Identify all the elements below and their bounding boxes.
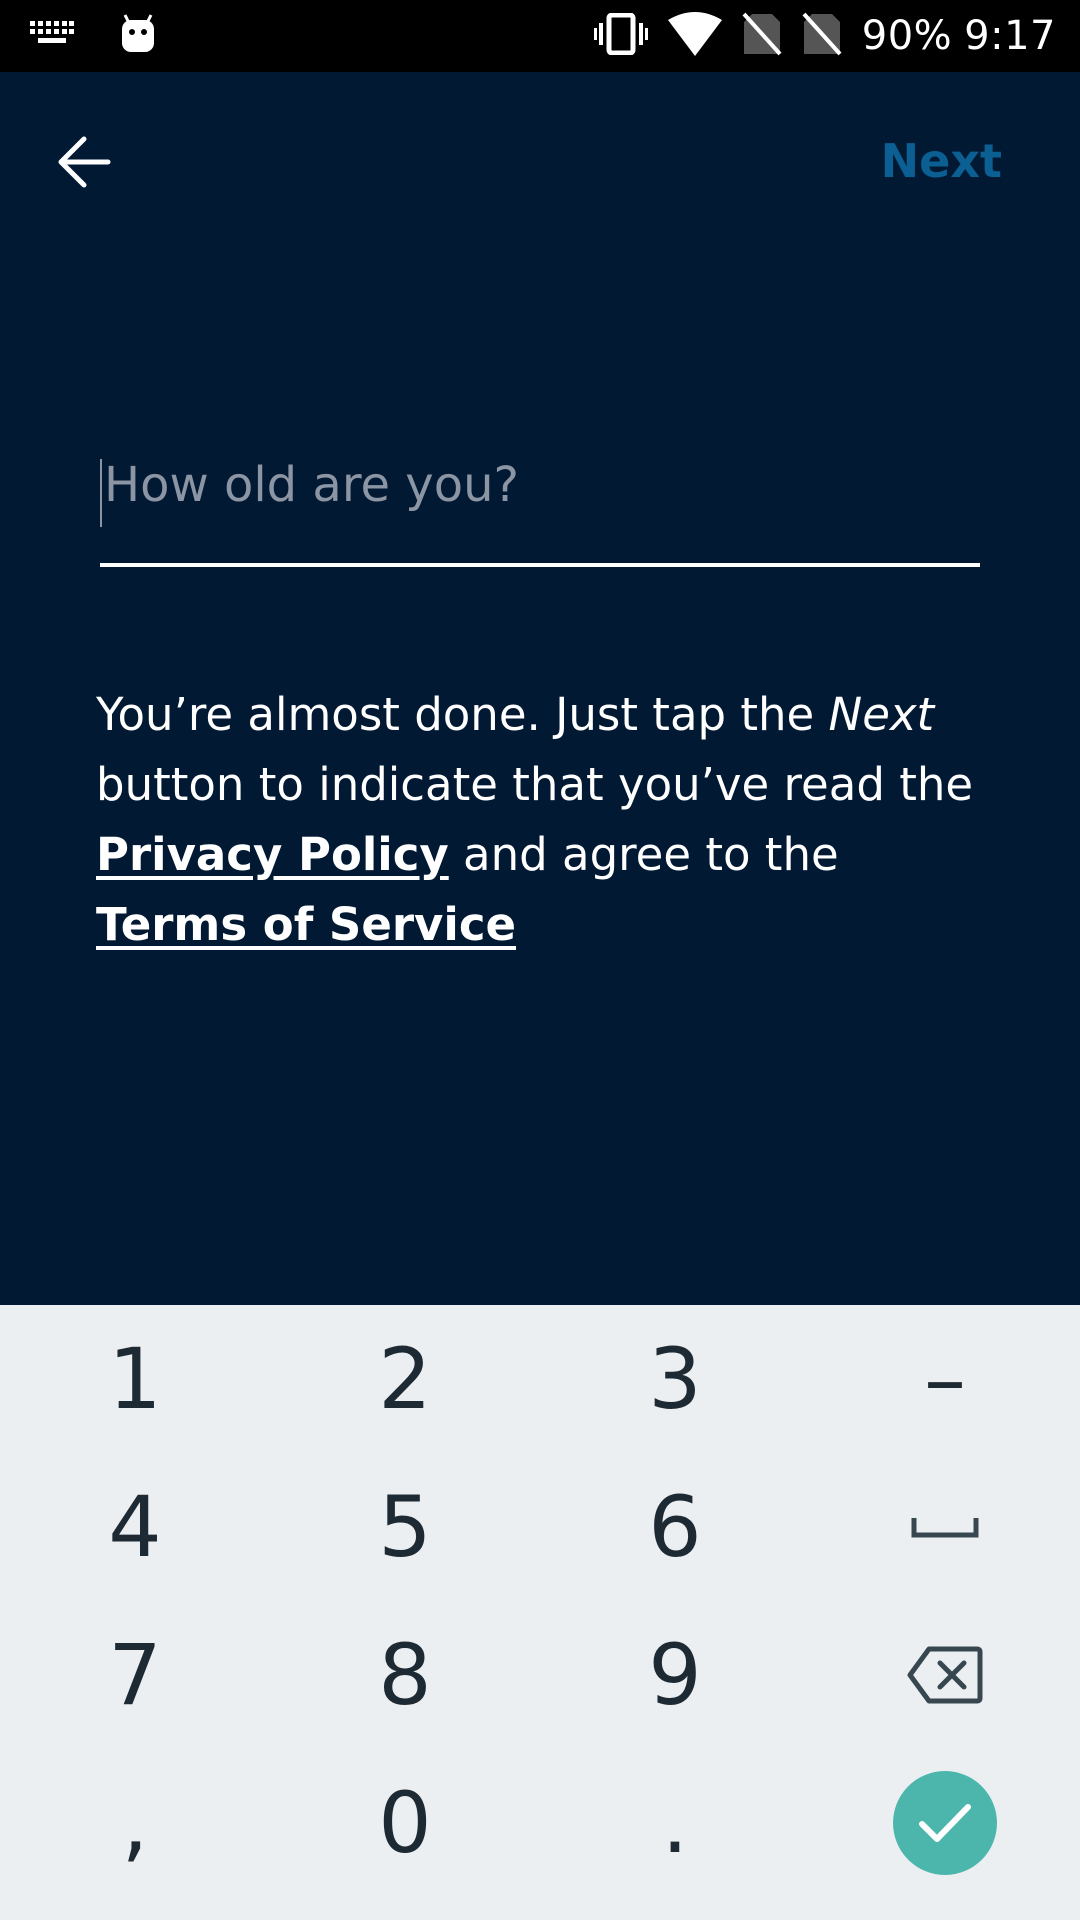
consent-text-part2: button to indicate that you’ve read the (96, 758, 974, 811)
privacy-policy-link[interactable]: Privacy Policy (96, 828, 449, 881)
consent-text-part3: and agree to the (448, 828, 839, 881)
key-9[interactable]: 9 (540, 1601, 810, 1749)
next-button[interactable]: Next (881, 128, 1002, 194)
key-backspace[interactable] (810, 1601, 1080, 1749)
consent-text: You’re almost done. Just tap the Next bu… (96, 680, 996, 960)
consent-text-part1: You’re almost done. Just tap the (96, 688, 829, 741)
key-5[interactable]: 5 (270, 1453, 540, 1601)
key-3[interactable]: 3 (540, 1305, 810, 1453)
key-0[interactable]: 0 (270, 1749, 540, 1897)
back-button[interactable] (50, 127, 120, 197)
done-check-icon (919, 1804, 971, 1842)
key-4[interactable]: 4 (0, 1453, 270, 1601)
consent-next-word: Next (828, 688, 935, 741)
keyboard-icon (30, 21, 74, 51)
vibrate-icon (593, 12, 648, 59)
status-bar: 90% 9:17 (0, 0, 1080, 72)
status-right: 90% 9:17 (593, 0, 1056, 72)
space-icon (911, 1518, 979, 1538)
numeric-keyboard: 1 2 3 – 4 5 6 7 8 9 , 0 . (0, 1305, 1080, 1920)
done-button[interactable] (893, 1771, 997, 1875)
backspace-icon (907, 1646, 983, 1704)
no-sim-icon (802, 12, 842, 60)
battery-level: 90% (861, 13, 953, 59)
age-field[interactable] (100, 437, 980, 567)
terms-of-service-link[interactable]: Terms of Service (96, 898, 516, 951)
key-7[interactable]: 7 (0, 1601, 270, 1749)
key-8[interactable]: 8 (270, 1601, 540, 1749)
key-dash[interactable]: – (810, 1305, 1080, 1453)
age-input[interactable] (100, 437, 974, 533)
key-period[interactable]: . (540, 1749, 810, 1897)
status-left (30, 12, 156, 60)
key-1[interactable]: 1 (0, 1305, 270, 1453)
android-icon (120, 14, 156, 58)
key-6[interactable]: 6 (540, 1453, 810, 1601)
key-space[interactable] (810, 1453, 1080, 1601)
key-done[interactable] (810, 1749, 1080, 1897)
age-entry-screen: Next You’re almost done. Just tap the Ne… (0, 72, 1080, 1305)
key-comma[interactable]: , (0, 1749, 270, 1897)
key-2[interactable]: 2 (270, 1305, 540, 1453)
clock: 9:17 (964, 13, 1056, 59)
arrow-left-icon (58, 136, 111, 188)
no-sim-icon (742, 12, 782, 60)
wifi-icon (667, 12, 722, 60)
